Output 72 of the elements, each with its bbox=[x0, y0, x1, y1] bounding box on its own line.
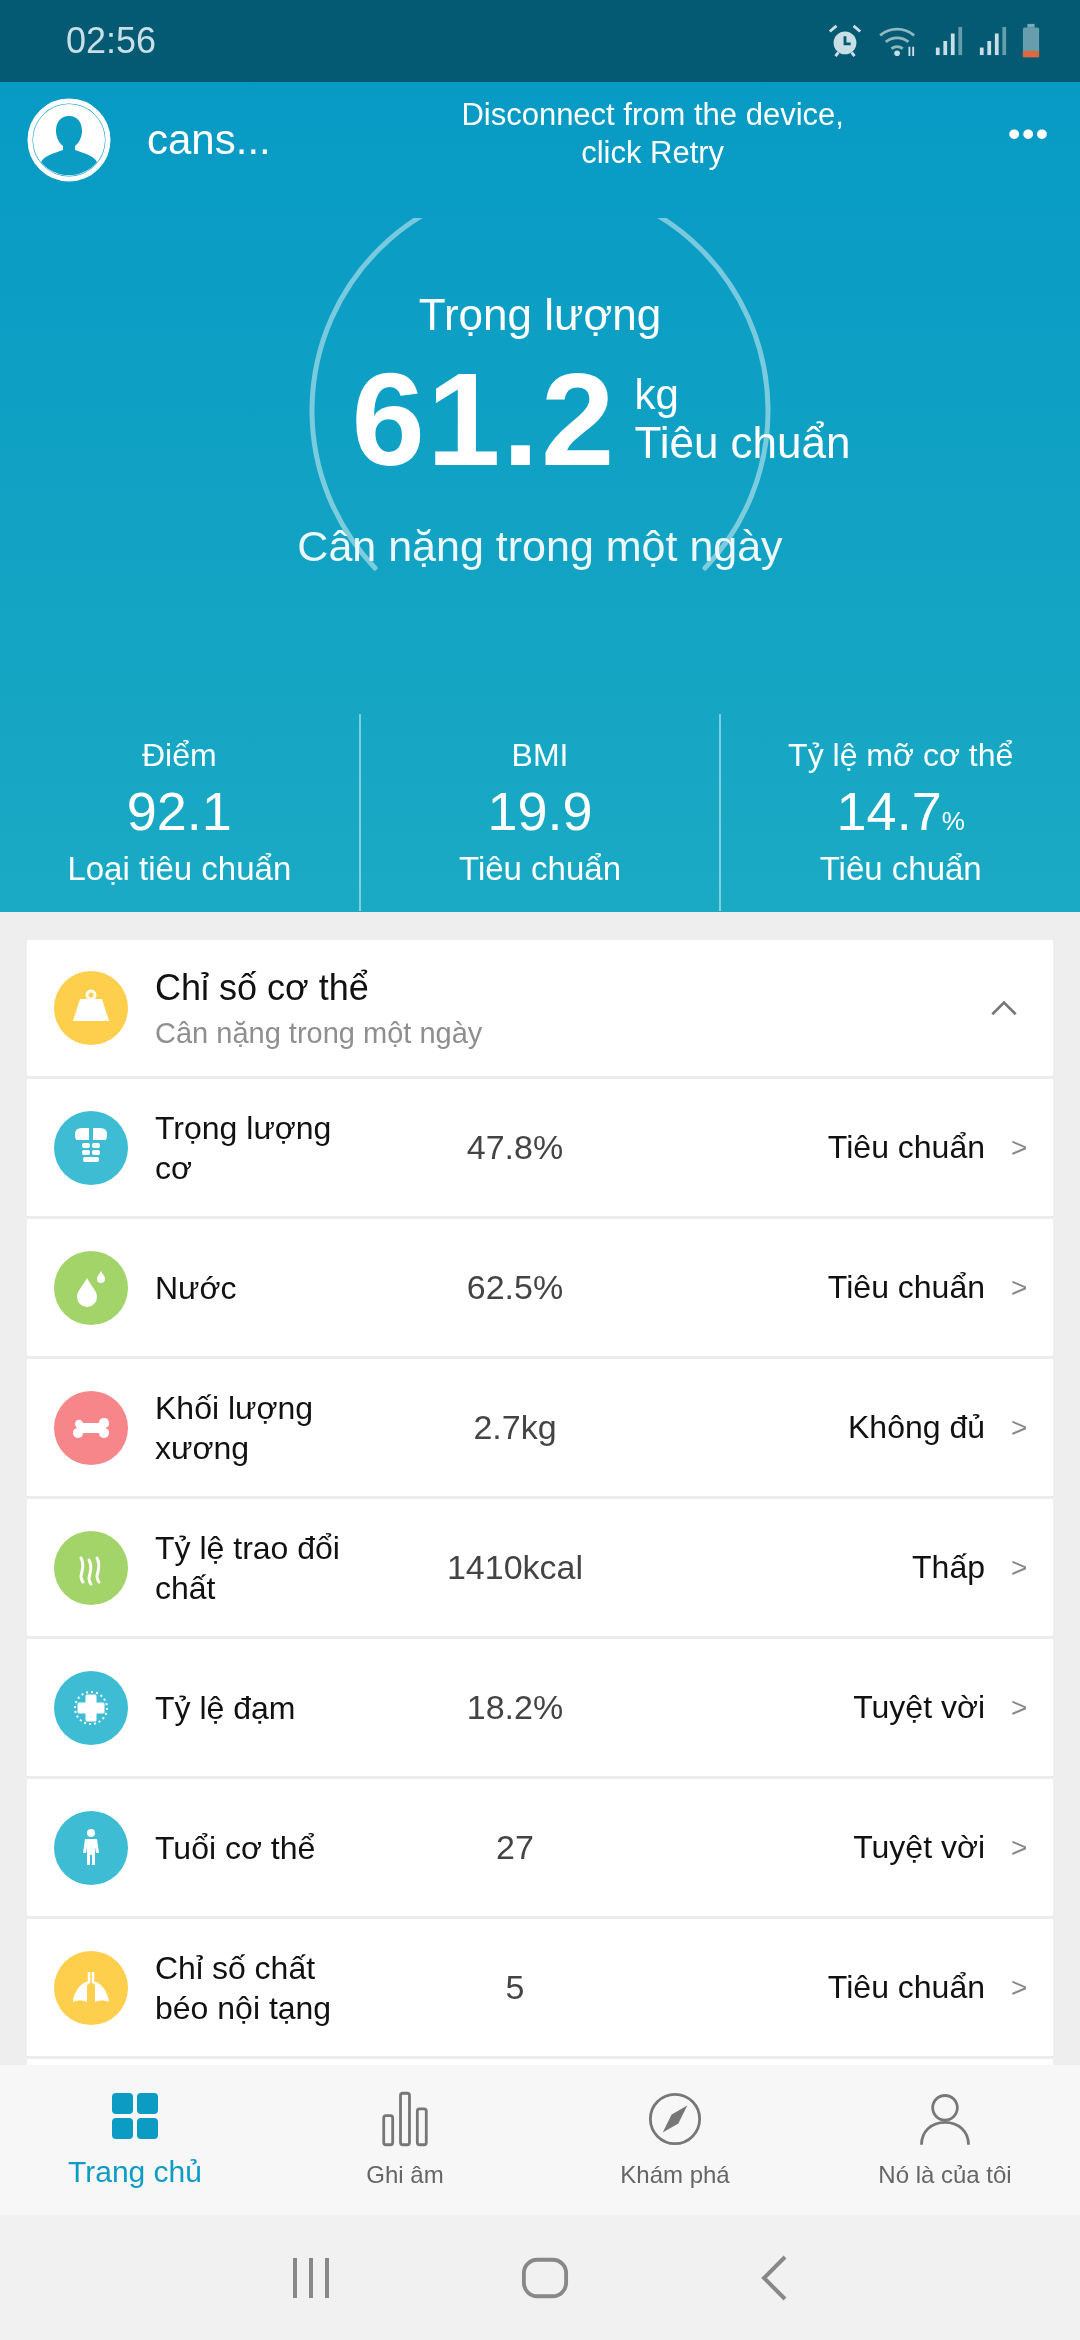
chevron-icon[interactable]: > bbox=[1011, 1831, 1027, 1864]
connection-message: Disconnect from the device, click Retry bbox=[460, 96, 845, 173]
metric-value: 2.7kg bbox=[472, 1408, 558, 1447]
metric-value: 62.5% bbox=[465, 1268, 565, 1307]
collapse-icon[interactable] bbox=[989, 999, 1019, 1017]
bone-icon bbox=[53, 1389, 129, 1466]
chevron-icon[interactable]: > bbox=[1011, 1271, 1027, 1304]
back-icon[interactable] bbox=[759, 2253, 789, 2302]
stat-value: 92.1 bbox=[126, 779, 232, 842]
stat-value: 19.9 bbox=[487, 779, 593, 842]
section-subtitle: Cân nặng trong một ngày bbox=[155, 1016, 484, 1050]
metric-name: Tỷ lệ đạm bbox=[155, 1688, 297, 1728]
stat-label: Tỷ lệ mỡ cơ thể bbox=[788, 736, 1014, 774]
body-age-icon bbox=[53, 1809, 129, 1886]
weight-rating: Tiêu chuẩn bbox=[634, 418, 851, 469]
alarm-icon bbox=[826, 22, 864, 60]
weight-title: Trọng lượng bbox=[418, 290, 662, 341]
home-icon bbox=[110, 2091, 160, 2141]
tab[interactable]: Ghi âm bbox=[270, 2065, 540, 2215]
chevron-icon[interactable]: > bbox=[1011, 1551, 1027, 1584]
metric-rating: Thấp bbox=[911, 1549, 985, 1586]
section-title: Chỉ số cơ thể bbox=[155, 966, 370, 1009]
battery-icon bbox=[1022, 23, 1040, 59]
metric-name: Chỉ số chất béo nội tạng bbox=[155, 1948, 333, 2028]
stat-label: BMI bbox=[511, 736, 569, 774]
user-name: cans... bbox=[147, 116, 272, 165]
metric-name: Tuổi cơ thể bbox=[155, 1828, 317, 1868]
stat-rating: Tiêu chuẩn bbox=[819, 849, 982, 888]
stat-rating: Tiêu chuẩn bbox=[458, 849, 622, 888]
chevron-icon[interactable]: > bbox=[1011, 1691, 1027, 1724]
metric-rating: Tuyệt vời bbox=[852, 1689, 985, 1726]
status-time: 02:56 bbox=[66, 20, 157, 62]
water-icon bbox=[53, 1249, 129, 1326]
chevron-icon[interactable]: > bbox=[1011, 1411, 1027, 1444]
stat-rating: Loại tiêu chuẩn bbox=[67, 849, 292, 888]
weight-icon bbox=[53, 970, 129, 1046]
recent-apps-icon[interactable] bbox=[291, 2255, 331, 2300]
metric-value: 47.8% bbox=[465, 1128, 565, 1167]
metric-value: 27 bbox=[495, 1828, 535, 1867]
signal-icon bbox=[934, 24, 964, 58]
metric-value: 1410kcal bbox=[445, 1548, 585, 1587]
metric-rating: Không đủ bbox=[847, 1409, 985, 1446]
weight-value: 61.2 bbox=[351, 354, 617, 487]
signal-icon bbox=[978, 24, 1008, 58]
metric-rating: Tiêu chuẩn bbox=[826, 1969, 985, 2006]
stat-label: Điểm bbox=[142, 736, 217, 774]
chevron-icon[interactable]: > bbox=[1011, 1131, 1027, 1164]
metric-name: Nước bbox=[155, 1268, 238, 1308]
discover-icon bbox=[647, 2091, 703, 2147]
tab[interactable]: Trang chủ bbox=[0, 2065, 270, 2215]
metabolism-icon bbox=[53, 1529, 129, 1606]
metric-value: 5 bbox=[504, 1968, 526, 2007]
avatar-icon bbox=[27, 98, 111, 183]
weight-unit: kg bbox=[634, 372, 680, 419]
tab[interactable]: Nó là của tôi bbox=[810, 2065, 1080, 2215]
visceral-fat-icon bbox=[53, 1949, 129, 2026]
metric-rating: Tiêu chuẩn bbox=[826, 1269, 985, 1306]
metric-name: Tỷ lệ trao đổi chất bbox=[155, 1528, 341, 1608]
metric-rating: Tiêu chuẩn bbox=[826, 1129, 985, 1166]
more-button[interactable]: ••• bbox=[1008, 113, 1050, 153]
stat-value: 14.7% bbox=[836, 779, 965, 842]
metric-value: 18.2% bbox=[465, 1688, 565, 1727]
muscle-icon bbox=[53, 1109, 129, 1186]
chevron-icon[interactable]: > bbox=[1011, 1971, 1027, 2004]
metric-rating: Tuyệt vời bbox=[852, 1829, 985, 1866]
metric-name: Trọng lượng cơ bbox=[155, 1108, 333, 1188]
protein-icon bbox=[53, 1669, 129, 1746]
weight-subtitle: Cân nặng trong một ngày bbox=[297, 522, 783, 572]
metric-name: Khối lượng xương bbox=[155, 1388, 315, 1468]
home-icon[interactable] bbox=[521, 2255, 569, 2300]
me-icon bbox=[917, 2091, 973, 2147]
tab[interactable]: Khám phá bbox=[540, 2065, 810, 2215]
